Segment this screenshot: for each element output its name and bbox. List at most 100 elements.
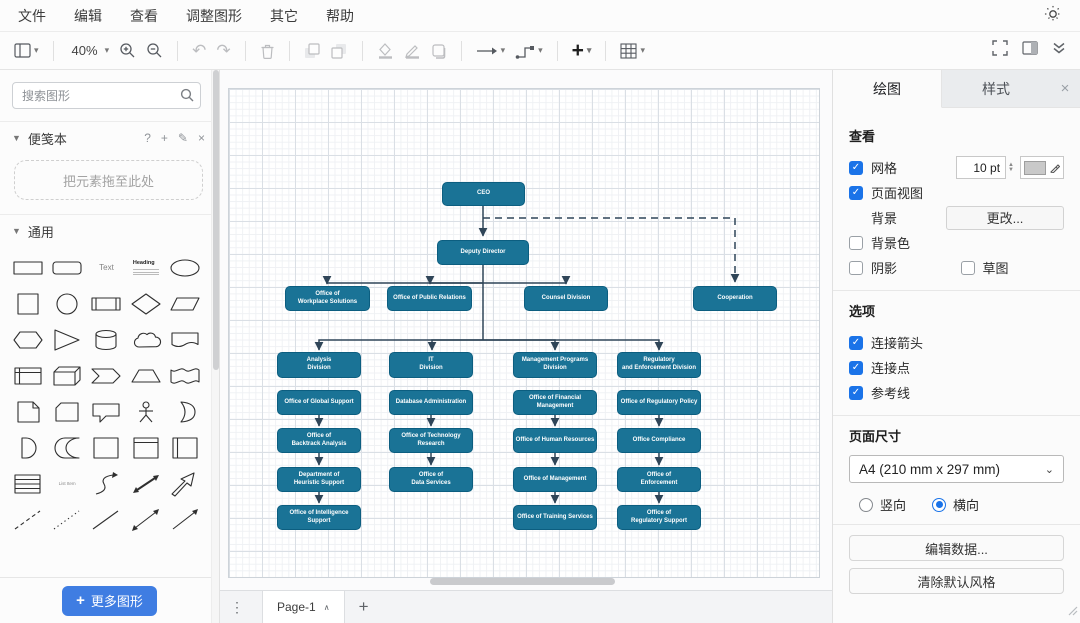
scratchpad-add-icon[interactable]: + (161, 131, 168, 145)
shape-bidirectional-connector[interactable] (126, 505, 165, 534)
scrollbar-thumb[interactable] (213, 70, 219, 370)
shape-line[interactable] (87, 505, 126, 534)
shape-step[interactable] (87, 361, 126, 390)
shape-data-storage[interactable] (47, 433, 86, 462)
tab-style[interactable]: 样式 (942, 70, 1050, 107)
pages-menu-icon[interactable]: ⋮ (220, 599, 254, 616)
waypoint-connector-button[interactable]: ▾ (515, 43, 543, 59)
sketch-checkbox[interactable] (961, 261, 975, 275)
shape-hexagon[interactable] (8, 325, 47, 354)
view-panel-button[interactable]: ▾ (14, 43, 39, 58)
scratchpad-close-icon[interactable]: × (198, 131, 205, 145)
shape-rectangle[interactable] (8, 253, 47, 282)
shape-diamond[interactable] (126, 289, 165, 318)
tab-diagram[interactable]: 绘图 (833, 70, 942, 108)
org-node[interactable]: Office of Enforcement (617, 467, 701, 492)
shape-heading[interactable]: Heading (126, 253, 165, 282)
shape-cylinder[interactable] (87, 325, 126, 354)
shape-internal-storage[interactable] (8, 361, 47, 390)
theme-sun-icon[interactable] (1044, 5, 1062, 26)
window-resize-handle[interactable] (1066, 603, 1078, 621)
fill-color-button[interactable] (377, 43, 394, 59)
org-node[interactable]: Regulatory and Enforcement Division (617, 352, 701, 378)
connection-points-checkbox[interactable]: ✓ (849, 361, 863, 375)
undo-button[interactable]: ↶ (192, 41, 206, 61)
more-shapes-button[interactable]: + 更多图形 (62, 586, 157, 616)
shape-parallelogram[interactable] (166, 289, 205, 318)
shape-tape[interactable] (166, 361, 205, 390)
shape-rounded-rectangle[interactable] (47, 253, 86, 282)
grid-color-button[interactable] (1020, 156, 1064, 179)
scratchpad-header[interactable]: ▼ 便笺本 ? + ✎ × (0, 122, 219, 154)
shape-square[interactable] (8, 289, 47, 318)
insert-button[interactable]: + ▾ (572, 39, 592, 63)
clear-default-style-button[interactable]: 清除默认风格 (849, 568, 1064, 594)
search-shapes-input[interactable] (12, 82, 201, 109)
change-background-button[interactable]: 更改... (946, 206, 1064, 230)
to-front-button[interactable] (304, 43, 321, 59)
org-node[interactable]: IT Division (389, 352, 473, 378)
shape-container[interactable] (87, 433, 126, 462)
org-node[interactable]: Office of Training Services (513, 505, 597, 530)
menu-help[interactable]: 帮助 (326, 6, 354, 26)
edit-data-button[interactable]: 编辑数据... (849, 535, 1064, 561)
org-node[interactable]: CEO (442, 182, 525, 206)
org-node[interactable]: Office of Financial Management (513, 390, 597, 415)
org-node[interactable]: Office of Human Resources (513, 428, 597, 453)
shape-cube[interactable] (47, 361, 86, 390)
shape-arrow[interactable] (166, 469, 205, 498)
diagram-canvas[interactable]: CEO Deputy Director Office of Workplace So… (220, 70, 832, 590)
org-node[interactable]: Deputy Director (437, 240, 529, 265)
connection-arrows-checkbox[interactable]: ✓ (849, 336, 863, 350)
line-color-button[interactable] (404, 43, 421, 59)
org-node[interactable]: Counsel Division (524, 286, 608, 311)
shape-note[interactable] (8, 397, 47, 426)
shape-container-bar[interactable] (166, 433, 205, 462)
org-node[interactable]: Office of Backtrack Analysis (277, 428, 361, 453)
shape-circle[interactable] (47, 289, 86, 318)
shape-directional-connector[interactable] (166, 505, 205, 534)
shape-document[interactable] (166, 325, 205, 354)
general-section-header[interactable]: ▼ 通用 (0, 215, 219, 247)
org-node[interactable]: Office of Workplace Solutions (285, 286, 370, 311)
org-node[interactable]: Office of Global Support (277, 390, 361, 415)
scratchpad-help-icon[interactable]: ? (144, 131, 151, 145)
zoom-out-button[interactable] (146, 42, 163, 59)
org-node[interactable]: Office of Public Relations (387, 286, 472, 311)
add-page-button[interactable]: + (359, 597, 369, 617)
menu-arrange[interactable]: 调整图形 (186, 6, 242, 26)
shape-dashed-line[interactable] (8, 505, 47, 534)
collapse-toolbar-button[interactable] (1052, 41, 1066, 60)
connection-arrow-button[interactable]: ▾ (476, 45, 506, 56)
format-panel-toggle[interactable] (1022, 41, 1038, 60)
page-tab[interactable]: Page-1 ∧ (262, 591, 345, 623)
zoom-in-button[interactable] (119, 42, 136, 59)
panel-close-icon[interactable]: × (1050, 70, 1080, 107)
shape-dotted-line[interactable] (47, 505, 86, 534)
shape-card[interactable] (47, 397, 86, 426)
org-node[interactable]: Office of Data Services (389, 467, 473, 492)
scratchpad-drop-area[interactable]: 把元素拖至此处 (14, 160, 203, 200)
sidebar-scrollbar[interactable] (211, 70, 219, 623)
shape-ellipse[interactable] (166, 253, 205, 282)
shape-process[interactable] (87, 289, 126, 318)
background-color-checkbox[interactable] (849, 236, 863, 250)
fullscreen-button[interactable] (992, 40, 1008, 61)
shape-callout[interactable] (87, 397, 126, 426)
shadow-checkbox[interactable] (849, 261, 863, 275)
menu-extras[interactable]: 其它 (270, 6, 298, 26)
scratchpad-edit-icon[interactable]: ✎ (178, 131, 188, 145)
shape-or[interactable] (166, 397, 205, 426)
shape-curve[interactable] (87, 469, 126, 498)
shape-bidirectional-arrow[interactable] (126, 469, 165, 498)
org-node[interactable]: Office of Regulatory Policy (617, 390, 701, 415)
zoom-level-dropdown[interactable]: 40% ▾ (68, 43, 110, 58)
shape-and[interactable] (8, 433, 47, 462)
page-size-select[interactable]: A4 (210 mm x 297 mm) ⌄ (849, 455, 1064, 483)
table-button[interactable]: ▾ (620, 43, 645, 59)
redo-button[interactable]: ↷ (216, 41, 230, 61)
menu-file[interactable]: 文件 (18, 6, 46, 26)
org-node[interactable]: Office of Regulatory Support (617, 505, 701, 530)
shape-actor[interactable] (126, 397, 165, 426)
shape-list[interactable] (8, 469, 47, 498)
